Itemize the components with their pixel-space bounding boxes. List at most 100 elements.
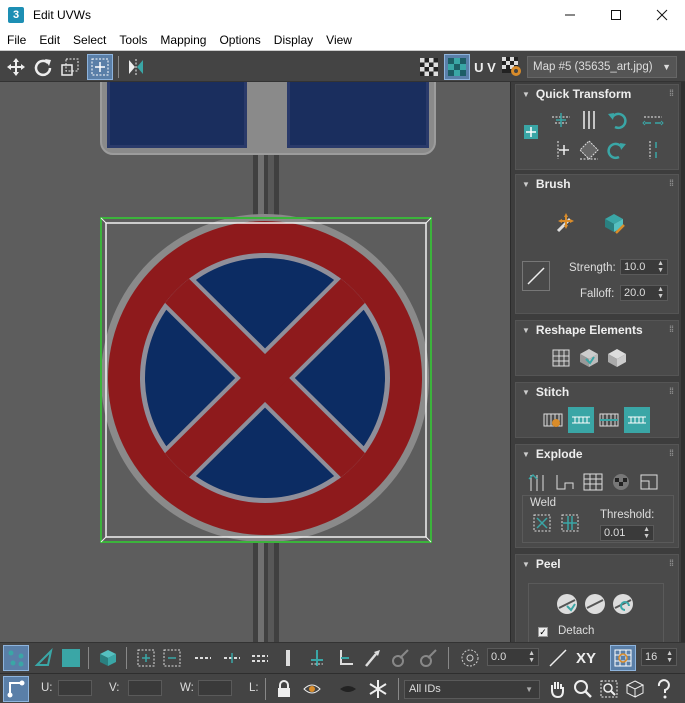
hide-icon[interactable] [336,677,360,701]
falloff-input[interactable]: 20.0 ▲ ▼ [620,285,668,301]
flatten-by-material-icon[interactable] [636,469,662,495]
relax-brush-icon[interactable] [600,209,628,237]
edge-select-icon[interactable] [32,646,56,670]
space-vertical-icon[interactable] [640,137,666,163]
peel-header[interactable]: ▼ Peel ⁞⁞ [516,555,678,573]
zoom-extents-icon[interactable] [623,677,647,701]
spinner-icon[interactable]: ▲ ▼ [528,650,535,664]
strength-input[interactable]: 10.0 ▲ ▼ [620,259,668,275]
menu-file[interactable]: File [0,30,32,51]
select-element-line-icon[interactable] [276,646,300,670]
close-icon[interactable] [639,0,685,30]
brush-header[interactable]: ▼ Brush ⁞⁞ [516,175,678,193]
w-input[interactable] [198,680,232,696]
texture-settings-icon[interactable] [500,55,524,79]
snap-to-grid-icon[interactable] [610,645,636,671]
menu-select[interactable]: Select [66,30,112,51]
freeform-mode-icon[interactable] [87,54,113,80]
stitch-custom-icon[interactable] [540,407,566,433]
paint-move-icon[interactable] [552,209,580,237]
zoom-icon[interactable] [571,677,595,701]
minimize-icon[interactable] [547,0,593,30]
move-icon[interactable] [4,55,28,79]
maximize-icon[interactable] [593,0,639,30]
vertex-select-icon[interactable] [3,645,29,671]
lock-icon[interactable] [272,677,296,701]
threshold-input[interactable]: 0.01 ▲ ▼ [600,525,654,541]
menu-view[interactable]: View [319,30,358,51]
uv-viewport[interactable] [0,82,510,642]
edge-ring-grow-icon[interactable] [220,646,244,670]
edge-loop-icon[interactable] [191,646,215,670]
space-horizontal-icon[interactable] [640,107,666,133]
panel-scrollbar[interactable] [681,82,685,642]
rotate-icon[interactable] [31,55,55,79]
flatten-by-grid-icon[interactable] [580,469,606,495]
freeze-icon[interactable] [366,677,390,701]
relax-settings-icon[interactable] [604,345,630,371]
paint-select-shrink-icon[interactable] [416,646,440,670]
edge-ring-shrink-icon[interactable] [248,646,272,670]
brush-falloff-icon[interactable] [522,261,550,291]
quick-peel-icon[interactable] [554,591,580,617]
align-diamond-icon[interactable] [576,137,602,163]
spinner-icon[interactable]: ▲ ▼ [657,260,664,274]
pan-hand-icon[interactable] [545,677,569,701]
flatten-checker-icon[interactable] [608,469,634,495]
checker-pattern-icon[interactable] [417,55,441,79]
align-vertical-icon[interactable] [576,107,602,133]
menu-display[interactable]: Display [267,30,319,51]
straighten-icon[interactable] [548,345,574,371]
stitch-to-source-icon[interactable] [624,407,650,433]
reshape-elements-header[interactable]: ▼ Reshape Elements ⁞⁞ [516,321,678,339]
menu-edit[interactable]: Edit [32,30,66,51]
menu-options[interactable]: Options [212,30,266,51]
pin-icon[interactable] [333,646,357,670]
align-horizontal-icon[interactable] [548,107,574,133]
point-to-point-icon[interactable] [305,646,329,670]
menu-mapping[interactable]: Mapping [153,30,212,51]
soft-selection-icon[interactable] [458,646,482,670]
weld-target-icon[interactable] [558,511,582,535]
quick-transform-header[interactable]: ▼ Quick Transform ⁞⁞ [516,85,678,103]
scale-icon[interactable] [58,55,82,79]
detach-edge-icon[interactable] [552,469,578,495]
zoom-region-icon[interactable] [597,677,621,701]
relax-icon[interactable] [576,345,602,371]
reset-peel-icon[interactable] [610,591,636,617]
shrink-selection-icon[interactable] [160,646,184,670]
align-to-edge-icon[interactable] [548,137,574,163]
material-id-select[interactable]: All IDs ▼ [404,680,540,699]
menu-tools[interactable]: Tools [112,30,153,51]
texture-map-select[interactable]: Map #5 (35635_art.jpg) ▼ [527,56,677,78]
explode-header[interactable]: ▼ Explode ⁞⁞ [516,445,678,463]
grid-size-input[interactable]: 16 ▲ ▼ [641,648,677,666]
rotate-angle-input[interactable]: 0.0 ▲ ▼ [487,648,539,666]
xy-axis-label[interactable]: XY [573,646,599,670]
v-input[interactable] [128,680,162,696]
show-hidden-icon[interactable] [300,677,324,701]
paint-select-icon[interactable] [360,646,384,670]
show-map-icon[interactable] [444,54,470,80]
stitch-average-icon[interactable] [596,407,622,433]
mirror-icon[interactable] [124,55,148,79]
face-select-icon[interactable] [59,646,83,670]
detach-checkbox[interactable]: ✓ [538,627,548,637]
rotate-ccw-icon[interactable] [604,107,630,133]
grow-selection-icon[interactable] [134,646,158,670]
stitch-header[interactable]: ▼ Stitch ⁞⁞ [516,383,678,401]
absolute-offset-icon[interactable] [3,676,29,702]
align-center-icon[interactable] [520,121,542,143]
stitch-to-target-icon[interactable] [568,407,594,433]
spinner-icon[interactable]: ▲ ▼ [666,650,673,664]
help-icon[interactable] [652,677,676,701]
uv-axis-label[interactable]: U V [472,55,498,79]
u-input[interactable] [58,680,92,696]
ruler-icon[interactable] [546,646,570,670]
spinner-icon[interactable]: ▲ ▼ [643,526,650,540]
rotate-cw-icon[interactable] [604,137,630,163]
element-select-icon[interactable] [96,646,120,670]
peel-mode-icon[interactable] [582,591,608,617]
spinner-icon[interactable]: ▲ ▼ [657,286,664,300]
paint-select-grow-icon[interactable] [388,646,412,670]
